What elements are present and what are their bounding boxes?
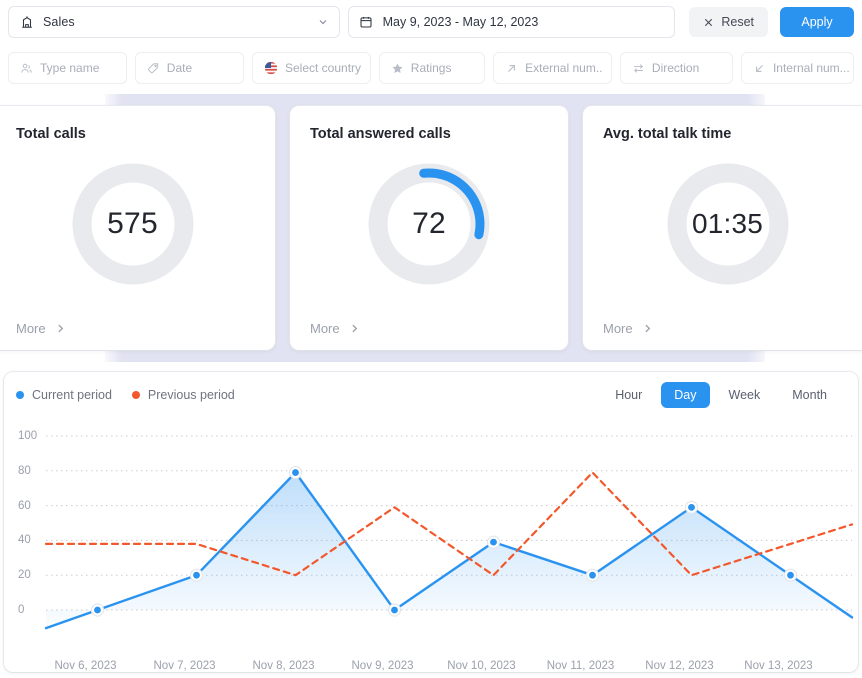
users-icon — [20, 62, 33, 75]
calendar-icon — [359, 14, 375, 30]
chart-x-tick: Nov 13, 2023 — [744, 660, 812, 672]
arrow-up-right-icon — [505, 62, 518, 75]
legend-dot-icon — [16, 391, 24, 399]
chart-x-tick: Nov 6, 2023 — [54, 660, 116, 672]
date-range-value: May 9, 2023 - May 12, 2023 — [383, 15, 539, 29]
reset-button[interactable]: Reset — [689, 7, 768, 37]
chart-x-axis-labels: Nov 6, 2023 Nov 7, 2023 Nov 8, 2023 Nov 9, … — [4, 660, 858, 678]
more-link-label: More — [310, 321, 340, 336]
apply-button-label: Apply — [801, 15, 832, 29]
arrow-down-left-icon — [753, 62, 766, 75]
metric-card-title: Total answered calls — [310, 126, 451, 142]
tag-icon — [147, 62, 160, 75]
filter-chip-internal-number[interactable]: Internal num... — [741, 52, 854, 84]
transfer-icon — [632, 62, 645, 75]
line-chart: 0 20 40 60 80 100 Nov 6, 2023 Nov 7, 2023 Nov 8… — [4, 422, 858, 672]
filter-toolbar: Sales May 9, 2023 - May 12, 2023 — [0, 0, 862, 94]
primary-filter-row: Sales May 9, 2023 - May 12, 2023 — [8, 4, 854, 40]
filter-chip-external-number-label: External num.. — [525, 61, 602, 75]
metric-card-title: Total calls — [16, 126, 86, 142]
legend-label: Previous period — [148, 388, 235, 402]
filter-chip-date[interactable]: Date — [135, 52, 244, 84]
legend-label: Current period — [32, 388, 112, 402]
period-toggle-group: Hour Day Week Month — [602, 382, 840, 408]
filter-chip-name-label: Type name — [40, 61, 99, 75]
apply-button[interactable]: Apply — [780, 7, 854, 37]
reset-button-label: Reset — [721, 15, 754, 29]
more-link-avg-talk-time[interactable]: More — [603, 321, 653, 336]
metric-card-avg-talk-time: Avg. total talk time 01:35 More — [583, 106, 862, 350]
chart-x-tick: Nov 9, 2023 — [351, 660, 413, 672]
period-tab-day[interactable]: Day — [661, 382, 709, 408]
chart-y-tick: 0 — [18, 604, 24, 616]
building-icon — [19, 14, 35, 30]
chart-y-tick: 80 — [18, 465, 31, 477]
metric-card-value: 01:35 — [666, 162, 790, 286]
line-chart-svg — [4, 422, 858, 672]
chart-x-tick: Nov 8, 2023 — [252, 660, 314, 672]
chart-y-tick: 60 — [18, 500, 31, 512]
metric-card-title: Avg. total talk time — [603, 126, 731, 142]
metric-card-value: 72 — [367, 162, 491, 286]
metric-cards: Total calls 575 More Total answered call… — [0, 106, 862, 350]
filter-chip-date-label: Date — [167, 61, 192, 75]
scope-select[interactable]: Sales — [8, 6, 340, 38]
period-tab-month[interactable]: Month — [779, 382, 840, 408]
filter-chip-ratings-label: Ratings — [411, 61, 452, 75]
filter-chip-ratings[interactable]: Ratings — [379, 52, 485, 84]
chevron-down-icon[interactable] — [317, 16, 329, 28]
close-icon — [703, 17, 714, 28]
donut-chart-avg-talk-time: 01:35 — [666, 162, 790, 286]
period-tab-hour[interactable]: Hour — [602, 382, 655, 408]
trend-chart-panel: Current period Previous period Hour Day … — [4, 372, 858, 672]
chart-x-tick: Nov 7, 2023 — [153, 660, 215, 672]
filter-chip-country[interactable]: Select country — [252, 52, 371, 84]
period-tab-week[interactable]: Week — [716, 382, 774, 408]
metric-card-total-calls: Total calls 575 More — [0, 106, 275, 350]
date-range-field[interactable]: May 9, 2023 - May 12, 2023 — [348, 6, 676, 38]
scope-select-value: Sales — [43, 15, 75, 29]
chevron-right-icon — [55, 323, 66, 334]
flag-us-icon — [264, 61, 278, 75]
legend-item-current[interactable]: Current period — [16, 388, 112, 402]
more-link-total-calls[interactable]: More — [16, 321, 66, 336]
chart-x-tick: Nov 11, 2023 — [547, 660, 615, 672]
donut-chart-total-calls: 575 — [71, 162, 195, 286]
chart-x-tick: Nov 12, 2023 — [645, 660, 713, 672]
filter-chip-external-number[interactable]: External num.. — [493, 52, 612, 84]
filter-chip-name[interactable]: Type name — [8, 52, 127, 84]
legend-dot-icon — [132, 391, 140, 399]
chart-y-tick: 40 — [18, 534, 31, 546]
filter-chip-direction-label: Direction — [652, 61, 699, 75]
secondary-filter-row: Type name Date — [8, 52, 854, 84]
chevron-right-icon — [642, 323, 653, 334]
legend-item-previous[interactable]: Previous period — [132, 388, 235, 402]
chevron-right-icon — [349, 323, 360, 334]
chart-y-tick: 100 — [18, 430, 37, 442]
dashboard-root: Sales May 9, 2023 - May 12, 2023 — [0, 0, 862, 678]
donut-chart-answered-calls: 72 — [367, 162, 491, 286]
filter-chip-country-label: Select country — [285, 61, 361, 75]
more-link-label: More — [16, 321, 46, 336]
star-icon — [391, 62, 404, 75]
filter-chip-internal-number-label: Internal num... — [773, 61, 850, 75]
chart-legend: Current period Previous period — [16, 388, 235, 402]
more-link-label: More — [603, 321, 633, 336]
filter-chip-direction[interactable]: Direction — [620, 52, 733, 84]
metric-card-value: 575 — [71, 162, 195, 286]
chart-x-tick: Nov 10, 2023 — [447, 660, 515, 672]
more-link-answered-calls[interactable]: More — [310, 321, 360, 336]
chart-y-tick: 20 — [18, 569, 31, 581]
metric-card-answered-calls: Total answered calls 72 More — [290, 106, 568, 350]
